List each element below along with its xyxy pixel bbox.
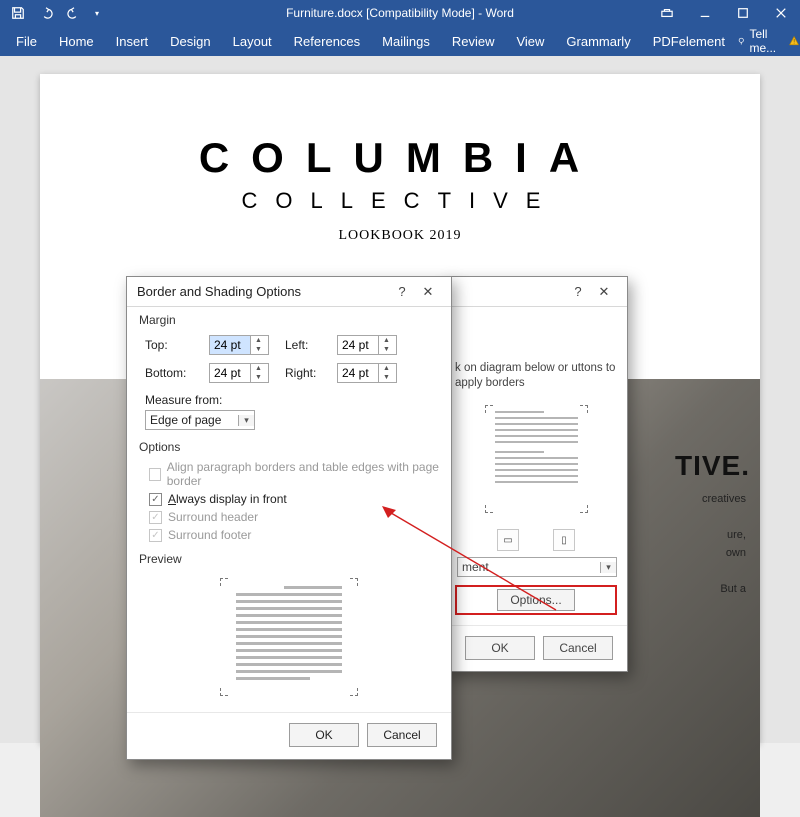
- measure-from-label: Measure from:: [145, 393, 439, 407]
- align-borders-checkbox: Align paragraph borders and table edges …: [127, 458, 441, 490]
- surround-footer-checkbox: ✓Surround footer: [127, 526, 441, 544]
- doc-text-fragment-2a: ure,: [727, 526, 746, 544]
- spin-up-icon[interactable]: ▲: [251, 336, 266, 345]
- align-borders-label: Align paragraph borders and table edges …: [167, 460, 441, 488]
- minimize-icon[interactable]: [686, 0, 724, 26]
- right-margin-value[interactable]: [338, 364, 378, 382]
- preview-group-label: Preview: [127, 546, 451, 566]
- spin-up-icon[interactable]: ▲: [379, 336, 394, 345]
- help-icon[interactable]: ?: [389, 284, 415, 299]
- tab-references[interactable]: References: [284, 28, 370, 55]
- doc-headline-fragment: TIVE.: [675, 450, 750, 482]
- help-icon[interactable]: ?: [565, 284, 591, 299]
- options-button[interactable]: Options...: [497, 589, 575, 611]
- options-button-highlight: Options...: [455, 585, 617, 615]
- right-margin-input[interactable]: ▲▼: [337, 363, 397, 383]
- spin-down-icon[interactable]: ▼: [379, 345, 394, 354]
- warning-icon: !: [789, 34, 799, 48]
- apply-to-value: ment: [458, 560, 600, 574]
- margin-preview-diagram: [214, 572, 364, 702]
- surround-header-label: Surround header: [168, 510, 258, 524]
- maximize-icon[interactable]: [724, 0, 762, 26]
- spin-down-icon[interactable]: ▼: [251, 373, 266, 382]
- ribbon-options-icon[interactable]: [648, 0, 686, 26]
- doc-lookbook-label: LOOKBOOK 2019: [40, 228, 760, 244]
- left-margin-input[interactable]: ▲▼: [337, 335, 397, 355]
- doc-text-fragment-1: creatives: [702, 490, 746, 508]
- always-front-label: Always display in front: [168, 492, 287, 506]
- doc-text-fragment-2b: own: [726, 544, 746, 562]
- qat-dropdown-icon[interactable]: ▾: [90, 2, 104, 24]
- tab-view[interactable]: View: [506, 28, 554, 55]
- svg-text:!: !: [794, 39, 796, 46]
- tab-home[interactable]: Home: [49, 28, 104, 55]
- measure-from-dropdown[interactable]: Edge of page ▾: [145, 410, 255, 430]
- ok-button[interactable]: OK: [289, 723, 359, 747]
- cancel-button[interactable]: Cancel: [543, 636, 613, 660]
- top-label: Top:: [145, 338, 203, 352]
- redo-icon[interactable]: [62, 2, 86, 24]
- tab-pdfelement[interactable]: PDFelement: [643, 28, 735, 55]
- undo-icon[interactable]: [34, 2, 58, 24]
- doc-text-fragment-3: But a: [720, 580, 746, 598]
- tab-design[interactable]: Design: [160, 28, 220, 55]
- surround-footer-label: Surround footer: [168, 528, 251, 542]
- ribbon: File Home Insert Design Layout Reference…: [0, 26, 800, 56]
- border-right-toggle[interactable]: ▯: [553, 529, 575, 551]
- spin-down-icon[interactable]: ▼: [251, 345, 266, 354]
- border-shading-options-dialog: Border and Shading Options ? ✕ Margin To…: [126, 276, 452, 760]
- close-icon[interactable]: ✕: [415, 284, 441, 300]
- spin-down-icon[interactable]: ▼: [379, 373, 394, 382]
- file-tab[interactable]: File: [6, 28, 47, 55]
- bottom-margin-input[interactable]: ▲▼: [209, 363, 269, 383]
- spin-up-icon[interactable]: ▲: [379, 364, 394, 373]
- measure-from-value: Edge of page: [146, 413, 238, 427]
- top-margin-value[interactable]: [210, 336, 250, 354]
- bottom-margin-value[interactable]: [210, 364, 250, 382]
- apply-to-dropdown[interactable]: ment ▾: [457, 557, 617, 577]
- left-label: Left:: [285, 338, 331, 352]
- tell-me-label: Tell me...: [749, 27, 783, 55]
- ok-button[interactable]: OK: [465, 636, 535, 660]
- options-button-label: Options...: [510, 593, 561, 607]
- border-bottom-toggle[interactable]: ▭: [497, 529, 519, 551]
- chevron-down-icon: ▾: [600, 562, 616, 573]
- tab-insert[interactable]: Insert: [106, 28, 159, 55]
- surround-header-checkbox: ✓Surround header: [127, 508, 441, 526]
- tell-me-search[interactable]: Tell me...: [737, 27, 784, 55]
- top-margin-input[interactable]: ▲▼: [209, 335, 269, 355]
- bottom-label: Bottom:: [145, 366, 203, 380]
- border-preview-diagram[interactable]: [479, 399, 594, 519]
- close-icon[interactable]: ✕: [591, 284, 617, 300]
- cancel-button[interactable]: Cancel: [367, 723, 437, 747]
- tab-review[interactable]: Review: [442, 28, 505, 55]
- always-front-checkbox[interactable]: ✓Always display in front: [127, 490, 441, 508]
- save-icon[interactable]: [6, 2, 30, 24]
- preview-hint-text: k on diagram below or uttons to apply bo…: [455, 361, 617, 391]
- quick-access-toolbar: ▾: [0, 2, 104, 24]
- close-icon[interactable]: [762, 0, 800, 26]
- lightbulb-icon: [737, 35, 746, 47]
- options-group-label: Options: [127, 430, 451, 454]
- chevron-down-icon: ▾: [238, 415, 254, 426]
- title-bar: ▾ Furniture.docx [Compatibility Mode] - …: [0, 0, 800, 26]
- borders-shading-dialog: ? ✕ k on diagram below or uttons to appl…: [444, 276, 628, 672]
- margin-group-label: Margin: [127, 307, 451, 327]
- tab-grammarly[interactable]: Grammarly: [556, 28, 640, 55]
- doc-heading-2: COLLECTIVE: [40, 188, 760, 214]
- right-label: Right:: [285, 366, 331, 380]
- tab-layout[interactable]: Layout: [223, 28, 282, 55]
- doc-heading-1: COLUMBIA: [40, 134, 760, 182]
- spin-up-icon[interactable]: ▲: [251, 364, 266, 373]
- dialog-title: Border and Shading Options: [137, 284, 389, 299]
- tab-mailings[interactable]: Mailings: [372, 28, 440, 55]
- left-margin-value[interactable]: [338, 336, 378, 354]
